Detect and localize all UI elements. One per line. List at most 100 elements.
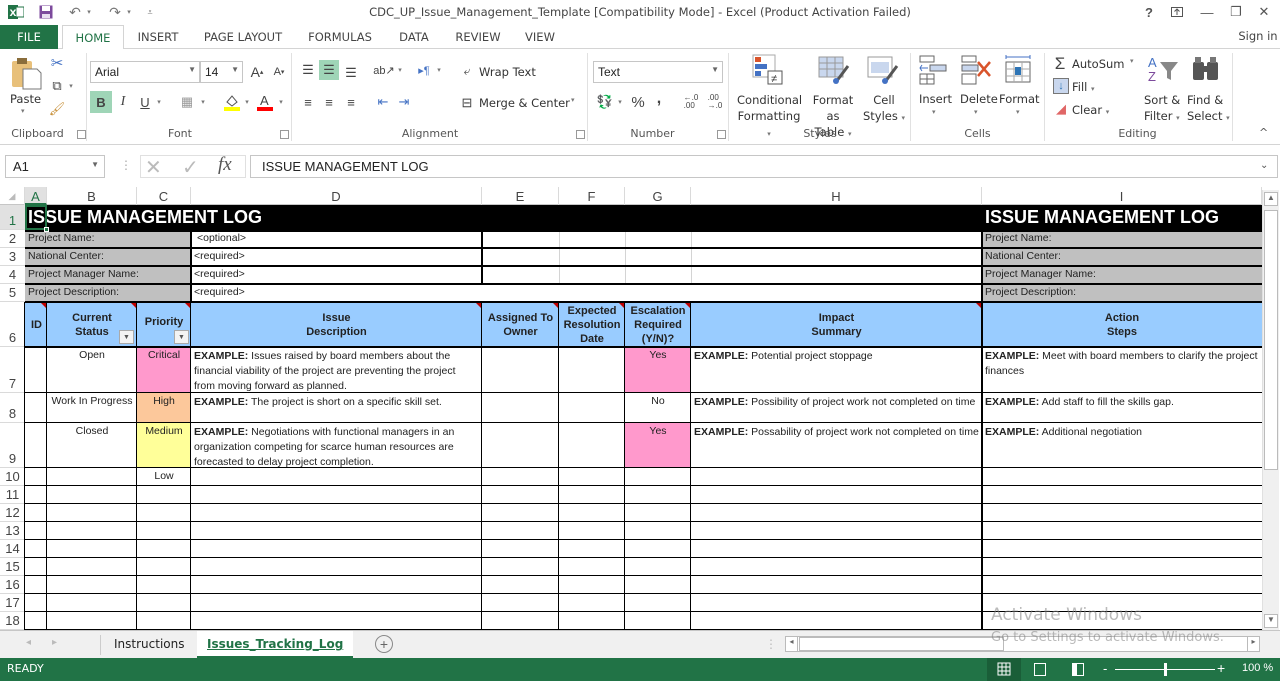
- tab-file[interactable]: FILE: [0, 25, 58, 49]
- autosum-dropdown-icon[interactable]: ▾: [1130, 57, 1134, 65]
- tab-insert[interactable]: INSERT: [132, 25, 184, 49]
- tab-review[interactable]: REVIEW: [450, 25, 506, 49]
- page-break-view-button[interactable]: [1072, 663, 1084, 676]
- bold-button[interactable]: B: [90, 91, 112, 113]
- delete-dropdown-icon[interactable]: ▾: [974, 108, 978, 116]
- new-sheet-icon[interactable]: +: [375, 635, 393, 653]
- row-header[interactable]: 2: [0, 230, 25, 248]
- tab-view[interactable]: VIEW: [520, 25, 560, 49]
- autosum-icon[interactable]: Σ: [1051, 54, 1069, 74]
- middle-align-icon[interactable]: ☰: [319, 60, 339, 80]
- format-button[interactable]: Format: [999, 92, 1040, 106]
- bottom-align-icon[interactable]: ☰: [341, 63, 361, 83]
- issue-description-cell[interactable]: EXAMPLE: The project is short on a speci…: [191, 393, 482, 423]
- shrink-font-icon[interactable]: A ▾: [270, 62, 288, 82]
- align-left-icon[interactable]: ≡: [298, 92, 318, 112]
- vertical-scrollbar[interactable]: ▲ ▼: [1262, 190, 1279, 630]
- drag-handle-icon[interactable]: ⋮: [120, 158, 132, 172]
- borders-icon[interactable]: ▦: [178, 91, 196, 113]
- sheet-tab-instructions[interactable]: Instructions: [104, 631, 194, 658]
- number-format-select[interactable]: Text ▼: [593, 61, 723, 83]
- project-info-input[interactable]: <required>: [191, 266, 482, 284]
- font-color-dropdown-icon[interactable]: ▾: [276, 91, 286, 113]
- restore-button[interactable]: ❐: [1222, 2, 1250, 22]
- format-painter-icon[interactable]: 🖌: [48, 100, 66, 118]
- row-header[interactable]: 4: [0, 266, 25, 284]
- conditional-formatting-icon[interactable]: ≠: [752, 54, 788, 88]
- column-header-H[interactable]: H: [691, 187, 982, 205]
- scroll-down-icon[interactable]: ▼: [1264, 614, 1278, 628]
- name-box[interactable]: A1 ▼: [5, 155, 105, 178]
- row-header[interactable]: 14: [0, 540, 25, 558]
- row-header[interactable]: 12: [0, 504, 25, 522]
- delete-button[interactable]: Delete: [960, 92, 998, 106]
- tab-data[interactable]: DATA: [392, 25, 436, 49]
- clear-button[interactable]: Clear ▾: [1072, 103, 1109, 117]
- issue-status-cell[interactable]: Closed: [47, 423, 137, 468]
- autosum-button[interactable]: AutoSum: [1072, 57, 1125, 71]
- sign-in-link[interactable]: Sign in: [1236, 24, 1280, 48]
- paste-button[interactable]: Paste: [10, 92, 41, 106]
- zoom-in-button[interactable]: +: [1217, 660, 1225, 676]
- format-as-table-icon[interactable]: [818, 54, 854, 88]
- select-all-corner[interactable]: ◢: [0, 187, 25, 205]
- percent-button[interactable]: %: [628, 92, 648, 112]
- issue-impact-cell[interactable]: EXAMPLE: Potential project stoppage: [691, 347, 982, 393]
- text-direction-icon[interactable]: ▸¶: [414, 60, 434, 80]
- tab-home[interactable]: HOME: [62, 25, 124, 50]
- enter-icon[interactable]: ✓: [182, 155, 199, 180]
- project-info-input[interactable]: <required>: [191, 248, 482, 266]
- row-header[interactable]: 3: [0, 248, 25, 266]
- horizontal-scroll-thumb[interactable]: [799, 637, 1004, 651]
- sheet-nav-next-icon[interactable]: ▸: [52, 637, 57, 648]
- row-header[interactable]: 11: [0, 486, 25, 504]
- increase-decimal-icon[interactable]: ←.0.00: [680, 92, 702, 112]
- insert-dropdown-icon[interactable]: ▾: [932, 108, 936, 116]
- clipboard-launcher-icon[interactable]: [77, 130, 86, 139]
- issue-action-cell[interactable]: EXAMPLE: Additional negotiation: [982, 423, 1262, 468]
- top-align-icon[interactable]: ☰: [298, 60, 318, 80]
- fill-handle[interactable]: [44, 227, 49, 232]
- sort-filter-icon[interactable]: AZ: [1146, 54, 1182, 88]
- scroll-left-icon[interactable]: ◂: [786, 637, 798, 651]
- row-header[interactable]: 9: [0, 423, 25, 468]
- scroll-thumb[interactable]: [1264, 210, 1278, 470]
- scroll-up-icon[interactable]: ▲: [1264, 192, 1278, 206]
- tab-formulas[interactable]: FORMULAS: [302, 25, 378, 49]
- column-header-G[interactable]: G: [625, 187, 691, 205]
- increase-indent-icon[interactable]: ⇥: [394, 92, 414, 112]
- copy-icon[interactable]: ⧉: [48, 77, 66, 95]
- project-info-input[interactable]: <required>: [191, 284, 982, 302]
- issue-action-cell[interactable]: EXAMPLE: Meet with board members to clar…: [982, 347, 1262, 393]
- cell-styles-icon[interactable]: [867, 54, 903, 88]
- issue-priority-cell[interactable]: Medium: [137, 423, 191, 468]
- status-filter-dropdown-icon[interactable]: ▼: [119, 330, 134, 344]
- issue-impact-cell[interactable]: EXAMPLE: Possibility of project work not…: [691, 393, 982, 423]
- row-header[interactable]: 1: [0, 205, 25, 230]
- tab-page-layout[interactable]: PAGE LAYOUT: [198, 25, 288, 49]
- sheet-title-repeat[interactable]: ISSUE MANAGEMENT LOG: [982, 205, 1262, 230]
- align-center-icon[interactable]: ≡: [319, 92, 339, 112]
- merge-center-icon[interactable]: ⊟: [458, 93, 476, 113]
- font-size-select[interactable]: 14 ▼: [200, 61, 243, 83]
- issue-description-cell[interactable]: EXAMPLE: Issues raised by board members …: [191, 347, 482, 393]
- issue-status-cell[interactable]: Open: [47, 347, 137, 393]
- row-header[interactable]: 18: [0, 612, 25, 630]
- column-header-E[interactable]: E: [482, 187, 559, 205]
- help-icon[interactable]: ?: [1135, 2, 1163, 22]
- row-header[interactable]: 17: [0, 594, 25, 612]
- tab-split-handle[interactable]: ⋮: [765, 637, 777, 651]
- zoom-out-button[interactable]: -: [1103, 661, 1107, 676]
- project-info-input[interactable]: <optional>: [191, 230, 482, 248]
- orientation-dropdown-icon[interactable]: ▾: [395, 60, 405, 80]
- issue-escalation-cell[interactable]: No: [625, 393, 691, 423]
- issue-escalation-cell[interactable]: Yes: [625, 347, 691, 393]
- comma-button[interactable]: ,: [651, 89, 667, 109]
- issue-priority-cell[interactable]: Low: [137, 468, 191, 486]
- font-color-icon[interactable]: A: [255, 91, 275, 113]
- italic-button[interactable]: I: [114, 91, 132, 113]
- scroll-right-icon[interactable]: ▸: [1247, 637, 1259, 651]
- format-cells-icon[interactable]: [1003, 54, 1039, 88]
- paste-dropdown-icon[interactable]: ▾: [21, 107, 25, 115]
- wrap-text-icon[interactable]: ⤶: [458, 61, 476, 81]
